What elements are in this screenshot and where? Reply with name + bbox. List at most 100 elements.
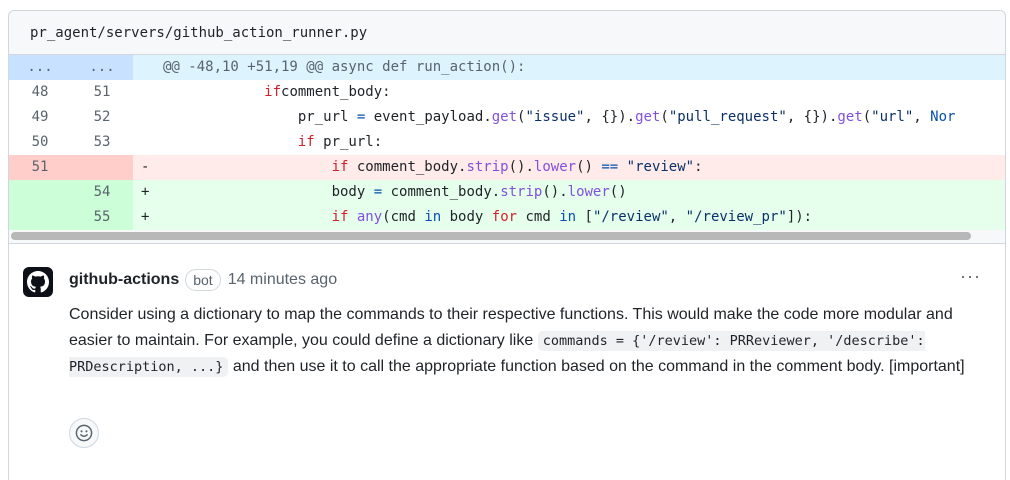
code-token: body bbox=[331, 184, 374, 200]
diff-marker bbox=[133, 130, 163, 155]
hunk-expand-right[interactable]: ... bbox=[71, 55, 133, 80]
more-options-icon[interactable]: ··· bbox=[960, 266, 981, 287]
hunk-header: @@ -48,10 +51,19 @@ async def run_action… bbox=[163, 59, 526, 75]
github-logo-icon bbox=[27, 271, 49, 293]
code-token: cmd bbox=[517, 209, 560, 225]
old-line-number[interactable]: 51 bbox=[9, 155, 71, 180]
code-text: if any(cmd in body for cmd in ["/review"… bbox=[163, 205, 813, 230]
horizontal-scrollbar[interactable] bbox=[9, 230, 1005, 244]
code-token: in bbox=[424, 209, 442, 225]
code-token: get bbox=[837, 109, 863, 125]
old-line-number[interactable] bbox=[9, 180, 71, 205]
new-line-number[interactable]: 51 bbox=[71, 80, 133, 105]
code-token: , bbox=[668, 209, 686, 225]
code-token: for bbox=[491, 209, 518, 225]
code-text: if pr_url: bbox=[163, 130, 382, 155]
code-token: = bbox=[373, 184, 383, 200]
added-line[interactable]: 54 + body = comment_body.strip().lower() bbox=[9, 180, 1005, 205]
code-token: () bbox=[609, 184, 627, 200]
code-token: Nor bbox=[930, 109, 956, 125]
code-token: "pull_request" bbox=[668, 109, 787, 125]
file-path-header[interactable]: pr_agent/servers/github_action_runner.py bbox=[9, 11, 1005, 55]
new-line-number[interactable]: 53 bbox=[71, 130, 133, 155]
code-token: (cmd bbox=[382, 209, 425, 225]
code-token: "review" bbox=[626, 159, 695, 175]
deleted-line[interactable]: 51 - if comment_body.strip().lower() == "… bbox=[9, 155, 1005, 180]
review-comment: github-actions bot 14 minutes ago ··· Co… bbox=[9, 244, 1005, 474]
code-token: event_payload. bbox=[365, 109, 492, 125]
new-line-number[interactable]: 54 bbox=[71, 180, 133, 205]
code-token: [ bbox=[576, 209, 593, 225]
diff-marker: + bbox=[141, 184, 150, 200]
code-token: "/review" bbox=[592, 209, 669, 225]
code-token: comment_body. bbox=[348, 159, 467, 175]
old-line-number[interactable] bbox=[9, 205, 71, 230]
code-token: comment_body. bbox=[382, 184, 501, 200]
new-line-number[interactable]: 52 bbox=[71, 105, 133, 130]
code-token: (). bbox=[542, 184, 568, 200]
scrollbar-thumb[interactable] bbox=[11, 232, 971, 240]
new-line-number[interactable]: 55 bbox=[71, 205, 133, 230]
code-token: get bbox=[635, 109, 661, 125]
code-token: "url" bbox=[871, 109, 914, 125]
context-line[interactable]: 50 53 if pr_url: bbox=[9, 130, 1005, 155]
diff-marker: + bbox=[141, 209, 150, 225]
add-reaction-button[interactable] bbox=[69, 418, 99, 448]
hunk-expand-left[interactable]: ... bbox=[9, 55, 71, 80]
old-line-number[interactable]: 50 bbox=[9, 130, 71, 155]
old-line-number[interactable]: 48 bbox=[9, 80, 71, 105]
hunk-header-row[interactable]: ... ... @@ -48,10 +51,19 @@ async def ru… bbox=[9, 55, 1005, 80]
code-token: if bbox=[331, 209, 349, 225]
code-token: "/review_pr" bbox=[685, 209, 787, 225]
code-token: ( bbox=[862, 109, 872, 125]
code-token: body bbox=[441, 209, 492, 225]
code-token: if bbox=[264, 84, 282, 100]
diff-marker: - bbox=[141, 159, 150, 175]
code-token: , {}). bbox=[584, 109, 636, 125]
context-line[interactable]: 48 51 ifcomment_body: bbox=[9, 80, 1005, 105]
code-text: pr_url = event_payload.get("issue", {}).… bbox=[163, 105, 956, 130]
code-token: == bbox=[601, 159, 619, 175]
smiley-icon bbox=[75, 424, 93, 442]
diff-marker bbox=[133, 80, 163, 105]
code-token: if bbox=[331, 159, 349, 175]
old-line-number[interactable]: 49 bbox=[9, 105, 71, 130]
code-token: (). bbox=[508, 159, 534, 175]
timestamp-link[interactable]: 14 minutes ago bbox=[228, 271, 337, 289]
code-token: comment_body: bbox=[281, 84, 391, 100]
avatar[interactable] bbox=[23, 267, 53, 297]
code-token: get bbox=[491, 109, 518, 125]
file-path[interactable]: pr_agent/servers/github_action_runner.py bbox=[30, 25, 367, 41]
code-text: ifcomment_body: bbox=[163, 80, 391, 105]
code-token: , bbox=[913, 109, 931, 125]
code-token: lower bbox=[567, 184, 610, 200]
author-link[interactable]: github-actions bbox=[69, 271, 179, 289]
code-token: any bbox=[356, 209, 383, 225]
code-token: strip bbox=[500, 184, 543, 200]
new-line-number[interactable] bbox=[71, 155, 133, 180]
code-text: body = comment_body.strip().lower() bbox=[163, 180, 627, 205]
diff-code: ... ... @@ -48,10 +51,19 @@ async def ru… bbox=[9, 55, 1005, 230]
bot-badge: bot bbox=[185, 269, 221, 291]
code-token: lower bbox=[533, 159, 577, 175]
code-token: , {}). bbox=[786, 109, 838, 125]
code-token: ( bbox=[660, 109, 669, 125]
context-line[interactable]: 49 52 pr_url = event_payload.get("issue",… bbox=[9, 105, 1005, 130]
diff-marker bbox=[133, 105, 163, 130]
added-line[interactable]: 55 + if any(cmd in body for cmd in ["/rev… bbox=[9, 205, 1005, 230]
comment-body: Consider using a dictionary to map the c… bbox=[69, 302, 989, 380]
code-token: : bbox=[694, 159, 703, 175]
code-token: strip bbox=[466, 159, 509, 175]
code-text: if comment_body.strip().lower() == "revi… bbox=[163, 155, 703, 180]
diff-comment-panel: pr_agent/servers/github_action_runner.py… bbox=[8, 10, 1006, 480]
code-token: "issue" bbox=[525, 109, 585, 125]
code-token: pr_url: bbox=[314, 134, 383, 150]
